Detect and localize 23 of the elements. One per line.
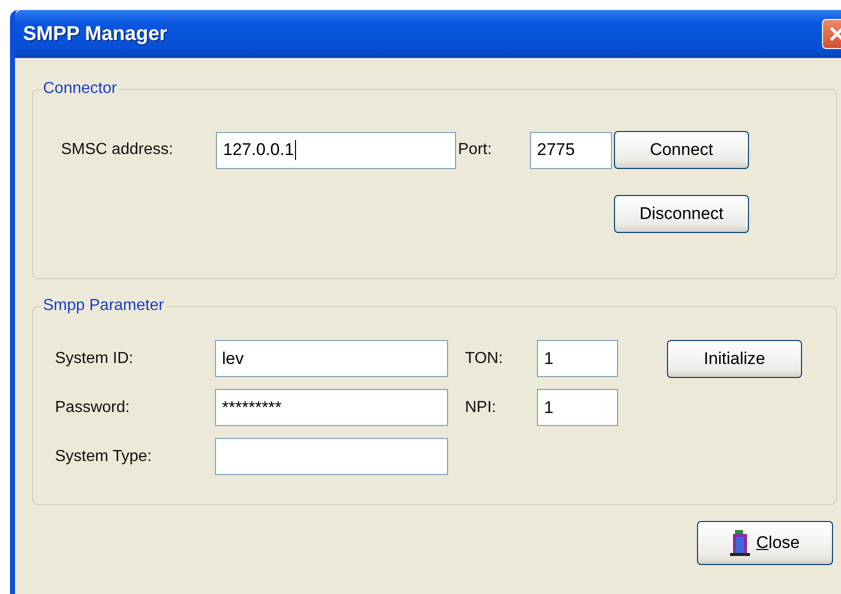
close-button[interactable]: Close	[697, 521, 833, 565]
field-label: TON:	[465, 350, 504, 368]
group-title: Connector	[42, 80, 118, 98]
port-field[interactable]: 2775	[530, 132, 612, 168]
close-icon	[829, 26, 841, 42]
input-field[interactable]: 1	[537, 340, 618, 377]
field-label: SMSC address:	[61, 141, 174, 159]
address-field[interactable]: 127.0.0.1	[216, 132, 456, 168]
door-icon	[730, 529, 750, 557]
group-title: Smpp Parameter	[42, 297, 165, 315]
field-label: Port:	[458, 141, 493, 159]
field-label: System ID:	[55, 350, 134, 368]
input-field[interactable]	[215, 438, 448, 475]
connect-button[interactable]: Connect	[614, 131, 749, 169]
input-field[interactable]: *********	[215, 389, 448, 426]
window-title: SMPP Manager	[23, 22, 168, 46]
field-label: System Type:	[55, 448, 153, 466]
input-field[interactable]: lev	[215, 340, 448, 377]
field-label: Password:	[55, 398, 131, 416]
initialize-button[interactable]: Initialize	[667, 340, 802, 378]
input-field[interactable]: 1	[537, 389, 618, 426]
disconnect-button[interactable]: Disconnect	[614, 195, 749, 233]
field-label: NPI:	[465, 398, 498, 416]
